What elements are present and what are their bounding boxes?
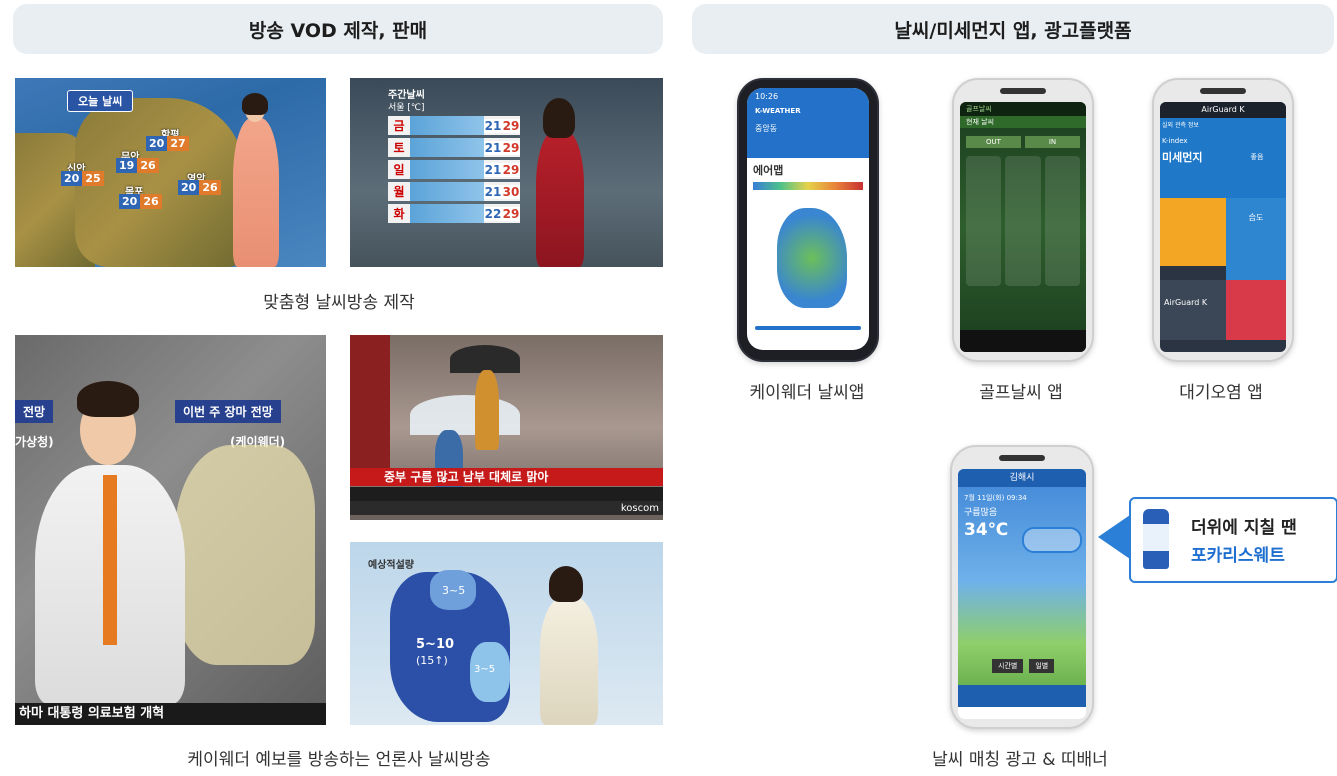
- tab-out[interactable]: OUT: [966, 136, 1021, 148]
- status-time: 10:26: [755, 92, 779, 101]
- ad-bubble[interactable]: 더위에 지칠 땐 포카리스웨트: [1129, 497, 1337, 583]
- forecast-label: 3~5: [474, 664, 496, 675]
- news-headline: 중부 구름 많고 남부 대체로 맑아: [350, 468, 663, 486]
- app-brand: 골프날씨: [960, 102, 1086, 116]
- ad-line2: 포카리스웨트: [1191, 546, 1285, 566]
- weekly-row: 금 21 29: [388, 116, 520, 135]
- weekly-row: 토 21 29: [388, 138, 520, 157]
- forecast-label: 3~5: [442, 584, 466, 597]
- drink-bottle-icon: [1143, 509, 1169, 569]
- presenter-figure: [536, 130, 584, 267]
- ad-line1: 더위에 지칠 땐: [1191, 518, 1297, 538]
- presenter-figure: [540, 597, 598, 725]
- weekly-row: 화 22 29: [388, 204, 520, 223]
- tab-current[interactable]: 현재 날씨: [960, 116, 1086, 128]
- today-weather-map-image: 오늘 날씨 신안 2025 무안 1926 함평 2027 목포 2026 영암…: [15, 78, 326, 267]
- daily-button[interactable]: 일별: [1029, 659, 1055, 673]
- weekly-title: 주간날씨: [388, 90, 425, 101]
- weekly-row: 일 21 29: [388, 160, 520, 179]
- kweather-phone-mockup: 10:26 K-WEATHER 중앙동 에어맵: [737, 78, 879, 362]
- weekly-row: 월 21 30: [388, 182, 520, 201]
- city-temps: 20 25: [61, 171, 104, 186]
- overlay-tag: 이번 주 장마 전망: [175, 400, 281, 423]
- tab-in[interactable]: IN: [1025, 136, 1080, 148]
- date-label: 7월 11일(화) 09:34: [964, 494, 1027, 502]
- info-label: 실외 관측 정보: [1162, 122, 1199, 129]
- ad-phone-mockup: 김해시 7월 11일(화) 09:34 구름많음 34℃ 시간별 일별: [950, 445, 1094, 729]
- caption-kweather-app: 케이웨더 날씨앱: [749, 383, 865, 403]
- ticker-brand: koscom: [620, 503, 659, 514]
- anchor-broadcast-image: 전망 가상청) 이번 주 장마 전망 (케이웨더) 하마 대통령 의료보험 개혁: [15, 335, 326, 725]
- presenter-figure: [233, 118, 279, 267]
- weekly-subtitle: 서울 [℃]: [388, 103, 425, 113]
- caption-custom-broadcast: 맞춤형 날씨방송 제작: [263, 293, 415, 313]
- humidity-label: 습도: [1226, 198, 1286, 280]
- forecast-title: 예상적설량: [368, 560, 414, 571]
- pm-label: 미세먼지: [1162, 151, 1203, 164]
- city-selector[interactable]: 김해시: [958, 469, 1086, 487]
- forecast-label: (15↑): [416, 654, 448, 667]
- right-section-header: 날씨/미세먼지 앱, 광고플랫폼: [692, 4, 1334, 54]
- weekly-weather-image: 주간날씨 서울 [℃] 금 21 29 토 21 29 일 21 29 월 21 30 화 22 2…: [350, 78, 663, 267]
- status-good: 좋음: [1228, 118, 1286, 198]
- forecast-label: 5~10: [416, 637, 455, 652]
- overlay-text: 가상청): [15, 435, 54, 449]
- caption-ad-banner: 날씨 매칭 광고 & 띠배너: [932, 750, 1108, 770]
- city-temps: 19 26: [116, 158, 159, 173]
- ad-pointer: [1098, 515, 1130, 559]
- forecast-map-image: 예상적설량 3~5 5~10 (15↑) 3~5: [350, 542, 663, 725]
- air-phone-mockup: AirGuard K 실외 관측 정보 K-index 미세먼지 좋음 습도 A…: [1152, 78, 1294, 362]
- app-brand: AirGuard K: [1160, 102, 1286, 118]
- left-section-header: 방송 VOD 제작, 판매: [13, 4, 663, 54]
- city-temps: 20 26: [178, 180, 221, 195]
- caption-air-app: 대기오염 앱: [1179, 383, 1263, 403]
- city-temps: 20 27: [146, 136, 189, 151]
- rain-news-image: 중부 구름 많고 남부 대체로 맑아 koscom: [350, 335, 663, 520]
- overlay-tag: 전망: [15, 400, 54, 423]
- caption-press-broadcast: 케이웨더 예보를 방송하는 언론사 날씨방송: [187, 750, 491, 770]
- condition-label: 구름많음: [964, 508, 998, 518]
- app-brand: K-WEATHER: [755, 107, 801, 115]
- info-label: K-index: [1162, 137, 1188, 145]
- app-brand: AirGuard K: [1160, 280, 1226, 340]
- city-temps: 20 26: [119, 194, 162, 209]
- card-title: 에어맵: [753, 164, 784, 177]
- news-ticker: 하마 대통령 의료보험 개혁: [15, 703, 326, 725]
- map-title: 오늘 날씨: [67, 90, 134, 112]
- caption-golf-app: 골프날씨 앱: [979, 383, 1063, 403]
- golf-phone-mockup: 골프날씨 현재 날씨 OUT IN: [952, 78, 1094, 362]
- region-label[interactable]: 중앙동: [755, 123, 861, 134]
- hourly-button[interactable]: 시간별: [992, 659, 1024, 673]
